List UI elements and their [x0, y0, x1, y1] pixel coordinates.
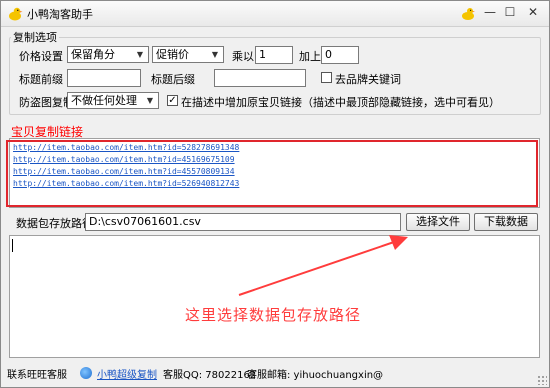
wangwang-chat-icon[interactable] [80, 367, 92, 379]
app-window: 小鸭淘客助手 — ☐ ✕ 复制选项 价格设置 保留角分 ▼ 促销价 ▼ 乘以 1… [0, 0, 550, 388]
super-copy-link[interactable]: 小鸭超级复制 [97, 366, 157, 381]
status-bar: 联系旺旺客服 小鸭超级复制 客服QQ: 78022162 客服邮箱: yihuo… [1, 361, 549, 387]
annotation-text: 这里选择数据包存放路径 [185, 306, 362, 324]
annotation-arrow [238, 235, 408, 296]
support-email: 客服邮箱: yihuochuangxin@ [247, 370, 384, 381]
support-qq: 客服QQ: 78022162 [163, 370, 257, 381]
resize-grip-icon[interactable] [537, 375, 547, 385]
contact-wangwang-label: 联系旺旺客服 [7, 370, 67, 381]
